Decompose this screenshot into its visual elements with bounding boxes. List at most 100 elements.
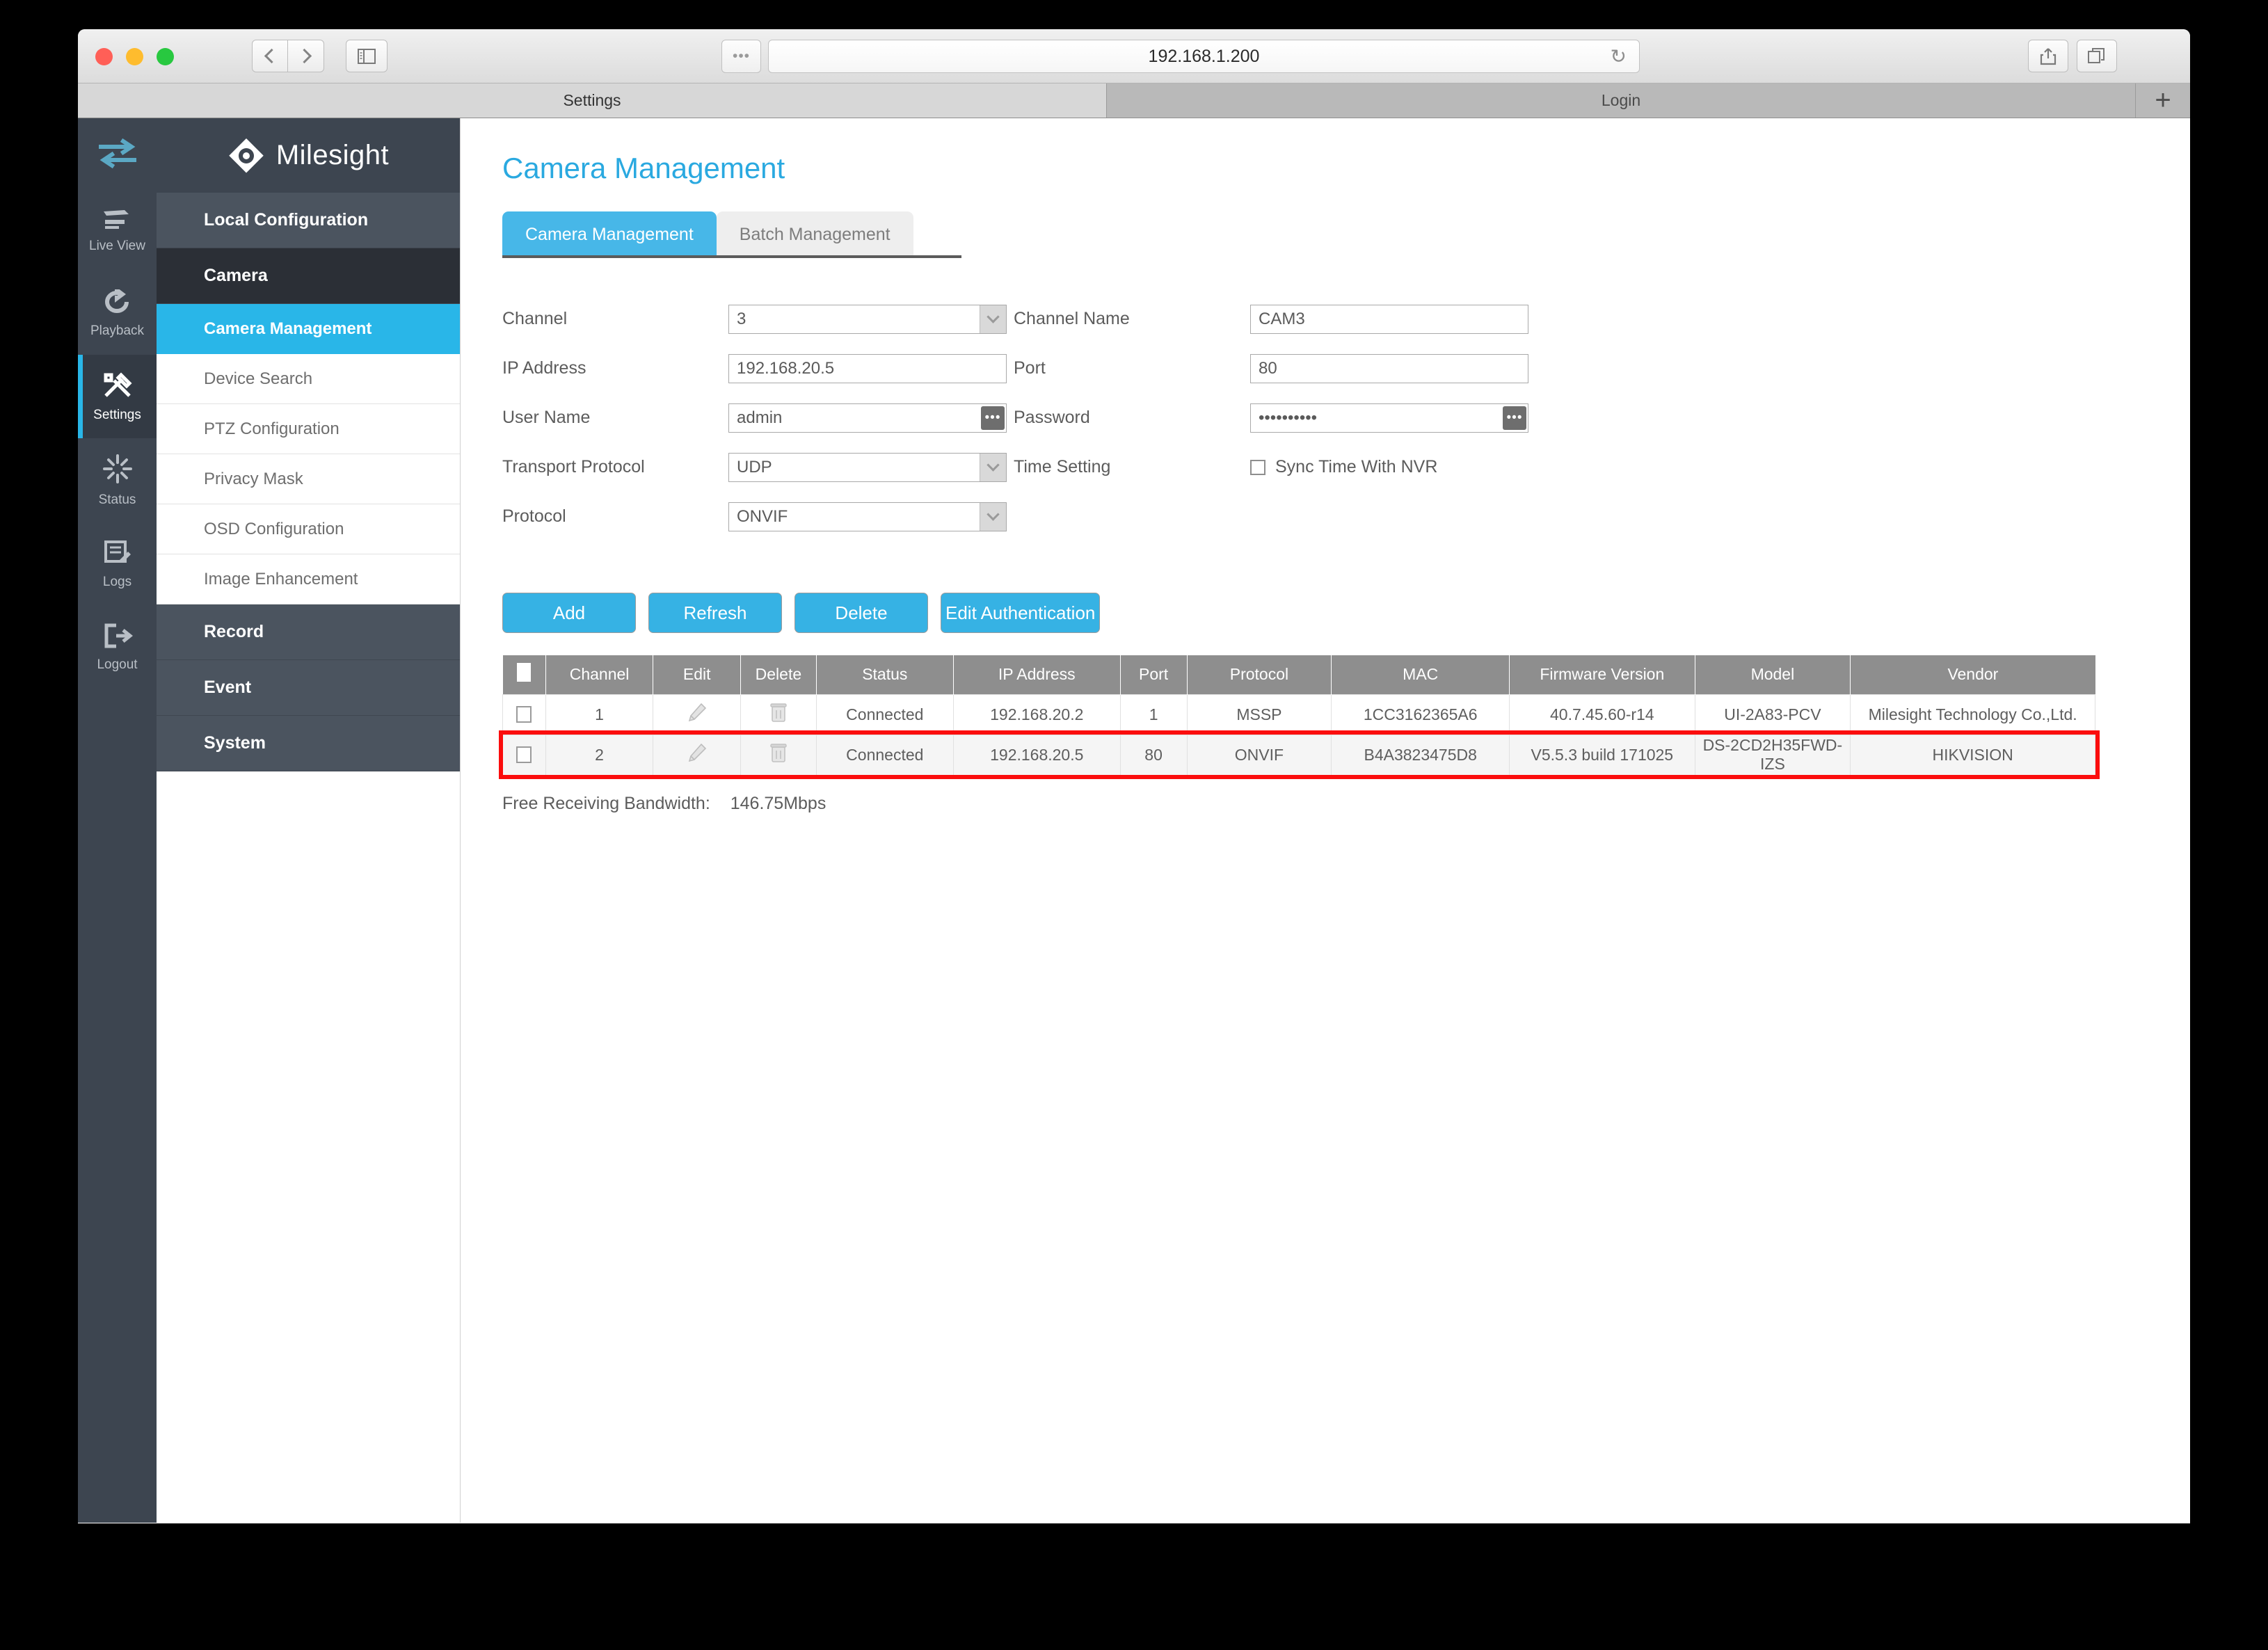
- browser-tab-login[interactable]: Login: [1107, 83, 2136, 118]
- port-input[interactable]: 80: [1250, 353, 1528, 383]
- browser-window: ••• 192.168.1.200 ↻ Settings Login + Liv…: [78, 29, 2190, 1523]
- row-delete-cell[interactable]: [740, 694, 817, 735]
- column-header-edit: Edit: [653, 655, 742, 694]
- channel-name-input[interactable]: CAM3: [1250, 304, 1528, 334]
- minimize-window-button[interactable]: [126, 48, 143, 65]
- table-row[interactable]: 2 Connected 192.168.20.5 80 ONVIF B4A382…: [498, 730, 2100, 779]
- playback-icon: [103, 285, 132, 319]
- channel-name-value: CAM3: [1259, 309, 1305, 328]
- row-checkbox[interactable]: [516, 746, 532, 763]
- column-header-model: Model: [1695, 655, 1851, 694]
- rail-item-settings[interactable]: Settings: [78, 355, 157, 438]
- close-window-button[interactable]: [95, 48, 113, 65]
- table-row[interactable]: 1 Connected 192.168.20.2 1 MSSP 1CC31623…: [502, 694, 2095, 735]
- rail-label-settings: Settings: [93, 407, 141, 422]
- row-checkbox[interactable]: [516, 706, 532, 723]
- row-ip-address: 192.168.20.5: [952, 734, 1121, 776]
- row-model: DS-2CD2H35FWD-IZS: [1694, 734, 1851, 776]
- user-name-label: User Name: [502, 408, 591, 427]
- row-select-cell[interactable]: [502, 694, 546, 735]
- time-setting-label: Time Setting: [1014, 457, 1111, 476]
- address-bar-container: ••• 192.168.1.200 ↻: [721, 40, 1640, 73]
- rail-item-status[interactable]: Status: [78, 438, 157, 522]
- bandwidth-line: Free Receiving Bandwidth: 146.75Mbps: [502, 794, 2190, 814]
- row-mac: 1CC3162365A6: [1331, 694, 1510, 735]
- trash-icon[interactable]: [769, 702, 788, 723]
- sidebar-item-privacy-mask[interactable]: Privacy Mask: [157, 454, 460, 504]
- page-title: Camera Management: [502, 152, 785, 184]
- maximize-window-button[interactable]: [157, 48, 174, 65]
- select-all-checkbox[interactable]: [517, 663, 532, 682]
- port-label: Port: [1014, 358, 1046, 378]
- edit-authentication-button[interactable]: Edit Authentication: [941, 593, 1101, 633]
- protocol-select[interactable]: ONVIF: [728, 502, 1007, 531]
- ip-address-input[interactable]: 192.168.20.5: [728, 353, 1007, 383]
- tools-icon: [102, 371, 134, 403]
- sidebar-group-system[interactable]: System: [157, 716, 460, 771]
- trash-icon[interactable]: [769, 742, 788, 763]
- rail-item-playback[interactable]: Playback: [78, 271, 157, 355]
- rail-item-live-view[interactable]: Live View: [78, 188, 157, 271]
- password-input[interactable]: •••••••••• •••: [1250, 403, 1528, 433]
- tab-batch-management[interactable]: Batch Management: [716, 211, 913, 258]
- row-delete-cell[interactable]: [740, 734, 817, 776]
- camera-form: Channel 3 Channel Name CAM3 IP Address 1…: [502, 294, 2190, 541]
- row-edit-cell[interactable]: [653, 734, 742, 776]
- user-name-input[interactable]: admin •••: [728, 403, 1007, 433]
- tab-camera-management[interactable]: Camera Management: [502, 211, 717, 258]
- content-tab-row: Camera Management Batch Management: [502, 211, 2190, 258]
- refresh-button[interactable]: Refresh: [648, 593, 782, 633]
- sidebar-toggle-button[interactable]: [346, 40, 388, 72]
- browser-tab-settings[interactable]: Settings: [78, 83, 1107, 118]
- sidebar-item-camera-management[interactable]: Camera Management: [157, 304, 460, 354]
- more-icon[interactable]: •••: [721, 40, 761, 73]
- sidebar-item-ptz-configuration[interactable]: PTZ Configuration: [157, 404, 460, 454]
- transport-protocol-select[interactable]: UDP: [728, 452, 1007, 482]
- row-select-cell[interactable]: [502, 734, 546, 776]
- address-bar[interactable]: 192.168.1.200 ↻: [768, 40, 1640, 73]
- rail-item-logs[interactable]: Logs: [78, 522, 157, 605]
- sync-time-checkbox[interactable]: [1250, 459, 1265, 475]
- add-button[interactable]: Add: [502, 593, 636, 633]
- share-button[interactable]: [2028, 40, 2068, 72]
- row-edit-cell[interactable]: [653, 694, 742, 735]
- sidebar-item-osd-configuration[interactable]: OSD Configuration: [157, 504, 460, 554]
- user-name-more-button[interactable]: •••: [981, 406, 1005, 430]
- transfer-arrows-icon: [98, 138, 136, 169]
- protocol-value: ONVIF: [737, 506, 788, 526]
- back-button[interactable]: [252, 40, 288, 72]
- row-firmware: V5.5.3 build 171025: [1509, 734, 1695, 776]
- column-header-status: Status: [816, 655, 954, 694]
- ip-address-value: 192.168.20.5: [737, 358, 835, 378]
- page-viewport: Live View Playback Settings Status Logs …: [78, 118, 2190, 1523]
- tab-underline: [502, 255, 961, 258]
- column-header-firmware-version: Firmware Version: [1509, 655, 1695, 694]
- sidebar-item-local-configuration[interactable]: Local Configuration: [157, 193, 460, 248]
- delete-button[interactable]: Delete: [794, 593, 928, 633]
- reload-icon[interactable]: ↻: [1611, 45, 1627, 68]
- sidebar-group-record[interactable]: Record: [157, 604, 460, 660]
- sidebar-group-camera[interactable]: Camera: [157, 248, 460, 304]
- rail-item-logout[interactable]: Logout: [78, 605, 157, 689]
- row-protocol: MSSP: [1186, 694, 1332, 735]
- tabs-overview-button[interactable]: [2077, 40, 2117, 72]
- pencil-icon[interactable]: [687, 742, 708, 763]
- pencil-icon[interactable]: [687, 702, 708, 723]
- password-more-button[interactable]: •••: [1503, 406, 1526, 430]
- select-all-header[interactable]: [502, 655, 546, 694]
- forward-button[interactable]: [288, 40, 324, 72]
- sidebar-group-event[interactable]: Event: [157, 660, 460, 716]
- sidebar-item-image-enhancement[interactable]: Image Enhancement: [157, 554, 460, 604]
- protocol-label: Protocol: [502, 506, 566, 526]
- rail-item-transfer[interactable]: [78, 118, 157, 188]
- sidebar-item-device-search[interactable]: Device Search: [157, 354, 460, 404]
- row-protocol: ONVIF: [1186, 734, 1332, 776]
- sync-time-checkbox-row[interactable]: Sync Time With NVR: [1250, 457, 1437, 477]
- new-tab-button[interactable]: +: [2136, 83, 2190, 118]
- rail-label-logout: Logout: [97, 657, 138, 672]
- channel-value: 3: [737, 309, 746, 328]
- channel-select[interactable]: 3: [728, 304, 1007, 334]
- sidebar-toggle-icon: [358, 48, 376, 64]
- row-model: UI-2A83-PCV: [1694, 694, 1851, 735]
- transport-protocol-value: UDP: [737, 457, 772, 476]
